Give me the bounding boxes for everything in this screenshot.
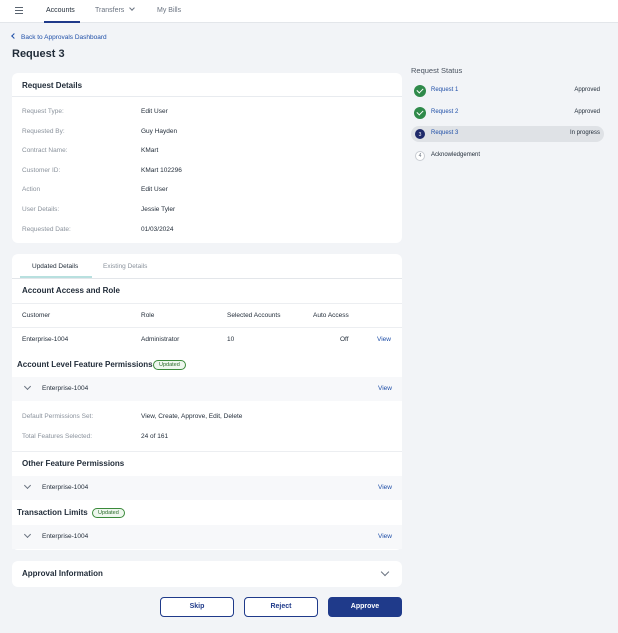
expander-name: Enterprise-1004 xyxy=(42,484,89,491)
table-cell-customer: Enterprise-1004 xyxy=(22,336,69,343)
detail-label: Customer ID: xyxy=(22,167,61,174)
step-state: Approved xyxy=(574,109,600,115)
divider xyxy=(12,96,402,97)
other-feature-expander[interactable]: Enterprise-1004 View xyxy=(12,476,402,500)
table-cell-auto-access: Off xyxy=(340,336,349,343)
nav-accounts[interactable]: Accounts xyxy=(46,7,75,14)
nav-transfers[interactable]: Transfers xyxy=(95,5,136,14)
request-details-card: Request Details Request Type: Edit User R… xyxy=(12,73,402,243)
chevron-left-icon xyxy=(11,33,17,39)
detail-value: 01/03/2024 xyxy=(141,226,174,233)
account-access-title: Account Access and Role xyxy=(22,286,120,295)
tab-updated-details[interactable]: Updated Details xyxy=(32,263,78,270)
detail-label: Contract Name: xyxy=(22,147,68,154)
chevron-down-icon xyxy=(380,567,390,577)
detail-value: Edit User xyxy=(141,108,168,115)
reject-button[interactable]: Reject xyxy=(244,597,318,617)
approval-information-title: Approval Information xyxy=(22,569,103,578)
view-account-access-link[interactable]: View xyxy=(377,336,391,343)
view-link[interactable]: View xyxy=(378,484,392,491)
detail-label: Action xyxy=(22,186,41,193)
column-header: Auto Access xyxy=(313,312,349,319)
request-status-title: Request Status xyxy=(411,66,463,75)
hamburger-menu-icon[interactable] xyxy=(15,7,23,14)
top-navigation: Accounts Transfers My Bills xyxy=(0,0,618,23)
check-icon xyxy=(414,107,426,119)
detail-label: Requested By: xyxy=(22,128,65,135)
approval-information-card[interactable]: Approval Information xyxy=(12,561,402,587)
account-level-title: Account Level Feature Permissions xyxy=(17,360,153,369)
total-features-value: 24 of 161 xyxy=(141,433,169,440)
updated-badge: Updated xyxy=(92,508,125,518)
expander-name: Enterprise-1004 xyxy=(42,385,89,392)
status-step-current: 3 Request 3 In progress xyxy=(411,126,604,142)
step-number-badge: 4 xyxy=(415,151,425,161)
step-number-badge: 3 xyxy=(415,129,425,139)
default-permissions-value: View, Create, Approve, Edit, Delete xyxy=(141,413,243,420)
detail-value: KMart 102296 xyxy=(141,167,182,174)
nav-transfers-label: Transfers xyxy=(95,7,125,14)
detail-label: Request Type: xyxy=(22,108,64,115)
table-cell-role: Administrator xyxy=(141,336,180,343)
column-header: Selected Accounts xyxy=(227,312,281,319)
detail-label: Requested Date: xyxy=(22,226,71,233)
default-permissions-label: Default Permissions Set: xyxy=(22,413,94,420)
step-label[interactable]: Request 3 xyxy=(431,130,458,136)
column-header: Customer xyxy=(22,312,51,319)
approve-button[interactable]: Approve xyxy=(328,597,402,617)
status-step: Request 2 Approved xyxy=(411,105,604,121)
account-level-expander[interactable]: Enterprise-1004 View xyxy=(12,377,402,401)
transaction-limits-title: Transaction Limits xyxy=(17,508,88,517)
check-icon xyxy=(414,85,426,97)
detail-value: KMart xyxy=(141,147,159,154)
step-state: In progress xyxy=(569,130,600,136)
updated-badge: Updated xyxy=(153,360,186,370)
step-label: Acknowledgement xyxy=(431,152,481,158)
active-nav-indicator xyxy=(44,21,80,23)
detail-value: Guy Hayden xyxy=(141,128,178,135)
details-card: Updated Details Existing Details Account… xyxy=(12,254,402,550)
nav-my-bills[interactable]: My Bills xyxy=(157,7,181,14)
view-link[interactable]: View xyxy=(378,385,392,392)
step-label[interactable]: Request 2 xyxy=(431,109,458,115)
tab-existing-details[interactable]: Existing Details xyxy=(103,263,147,270)
detail-value: Jessie Tyler xyxy=(141,206,176,213)
divider xyxy=(12,327,402,328)
total-features-label: Total Features Selected: xyxy=(22,433,93,440)
step-state: Approved xyxy=(574,87,600,93)
back-to-dashboard-link[interactable]: Back to Approvals Dashboard xyxy=(11,33,107,41)
divider xyxy=(12,451,402,452)
skip-button[interactable]: Skip xyxy=(160,597,234,617)
step-label[interactable]: Request 1 xyxy=(431,87,458,93)
chevron-down-icon xyxy=(23,481,32,490)
request-details-title: Request Details xyxy=(22,81,83,90)
table-cell-accounts: 10 xyxy=(227,336,235,343)
detail-label: User Details: xyxy=(22,206,60,213)
detail-value: Edit User xyxy=(141,186,168,193)
expander-name: Enterprise-1004 xyxy=(42,533,89,540)
chevron-down-icon xyxy=(23,530,32,539)
back-link-label: Back to Approvals Dashboard xyxy=(21,34,107,41)
status-step: 4 Acknowledgement xyxy=(411,148,604,164)
divider xyxy=(12,303,402,304)
chevron-down-icon xyxy=(129,5,136,11)
divider xyxy=(12,278,402,279)
transaction-limits-expander[interactable]: Enterprise-1004 View xyxy=(12,525,402,549)
column-header: Role xyxy=(141,312,155,319)
view-link[interactable]: View xyxy=(378,533,392,540)
other-feature-title: Other Feature Permissions xyxy=(22,459,125,468)
status-step: Request 1 Approved xyxy=(411,83,604,99)
chevron-down-icon xyxy=(23,382,32,391)
page-title: Request 3 xyxy=(12,48,65,60)
